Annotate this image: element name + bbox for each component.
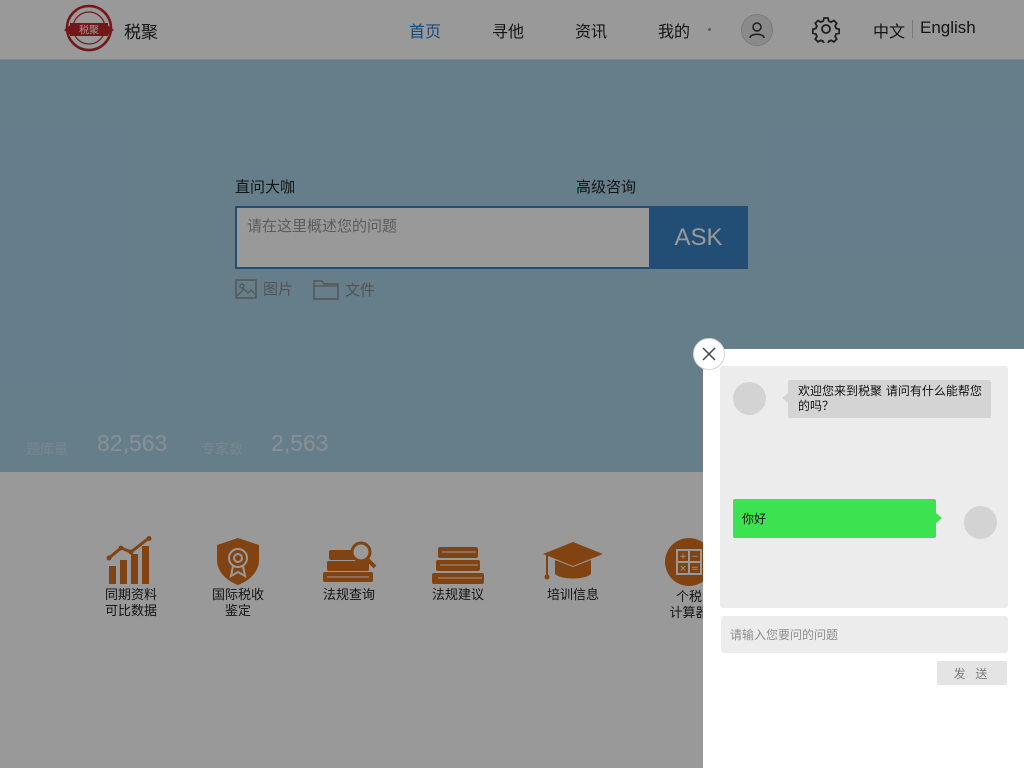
user-chat-avatar xyxy=(964,506,997,539)
send-button[interactable]: 发 送 xyxy=(937,661,1007,685)
close-icon xyxy=(702,347,716,361)
chat-panel: 欢迎您来到税聚 请问有什么能帮您的吗？ 你好 发 送 xyxy=(703,349,1024,768)
chat-close-button[interactable] xyxy=(693,338,725,370)
chat-input[interactable] xyxy=(721,616,1008,653)
chat-message-list[interactable]: 欢迎您来到税聚 请问有什么能帮您的吗？ 你好 xyxy=(720,366,1008,608)
bot-message-bubble: 欢迎您来到税聚 请问有什么能帮您的吗？ xyxy=(782,380,991,418)
bot-avatar xyxy=(733,382,766,415)
user-message-bubble: 你好 xyxy=(733,499,942,538)
